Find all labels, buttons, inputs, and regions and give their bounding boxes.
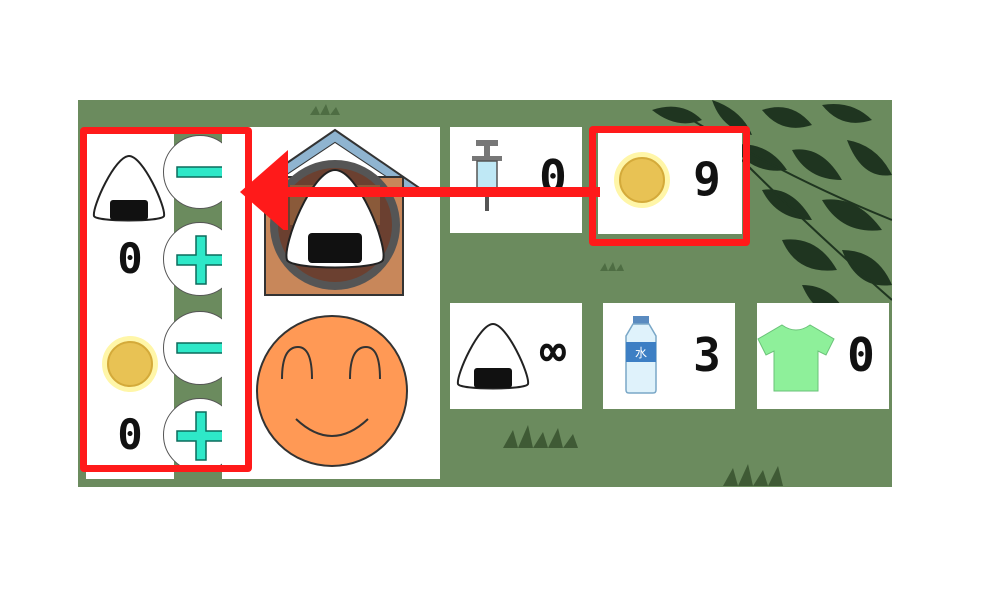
coin-highlight (589, 126, 750, 246)
grass-tuft (600, 262, 624, 271)
water-bottle-icon: 水 (625, 316, 657, 394)
smiley-face-icon (256, 315, 408, 467)
controls-highlight (80, 127, 252, 472)
onigiri-count: ∞ (539, 326, 567, 377)
shirt-icon (757, 324, 835, 392)
water-count: 3 (693, 328, 721, 382)
grass-tuft (310, 104, 340, 115)
shirt-count: 0 (847, 328, 875, 382)
arrow-icon (240, 150, 600, 230)
onigiri-icon (456, 322, 530, 390)
grass-tuft (503, 425, 578, 448)
grass-tuft (723, 464, 783, 486)
water-label: 水 (635, 346, 647, 360)
